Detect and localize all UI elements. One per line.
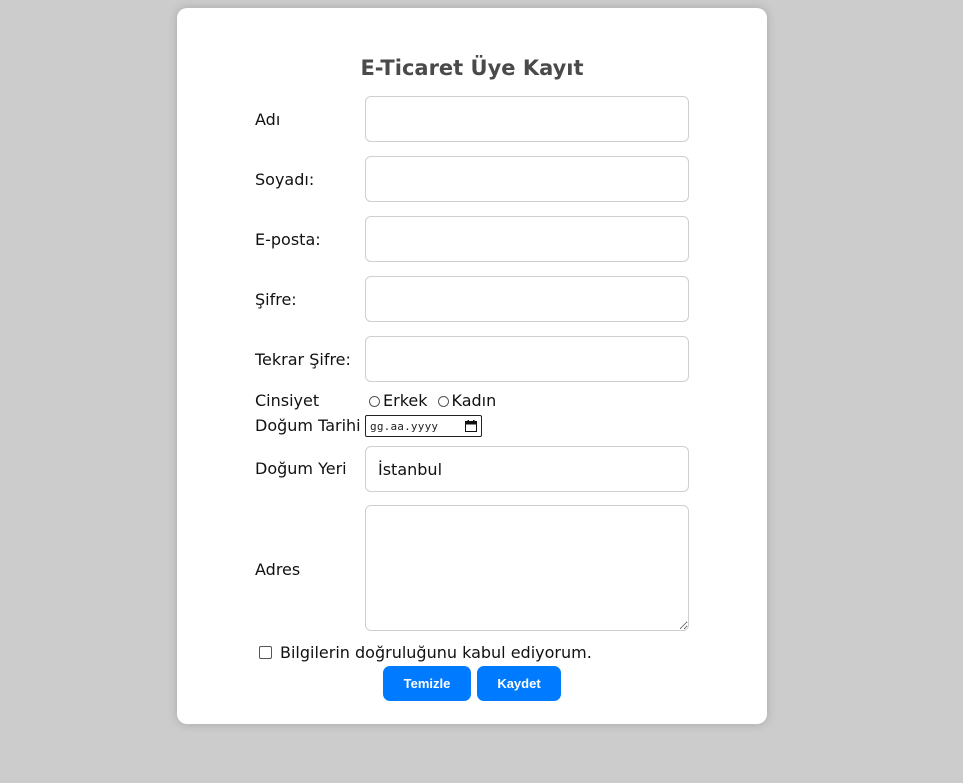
save-button[interactable]: Kaydet [477,666,561,701]
address-textarea[interactable] [365,505,689,631]
gender-female-radio[interactable] [437,395,449,407]
password-repeat-label: Tekrar Şifre: [255,350,351,369]
registration-card: E-Ticaret Üye Kayıt Adı Soyadı: E-posta:… [177,8,767,724]
form-title: E-Ticaret Üye Kayıt [360,56,584,80]
email-label: E-posta: [255,230,321,249]
birth-place-label: Doğum Yeri [255,459,347,478]
birth-date-input[interactable]: gg.aa.yyyy [365,415,482,437]
clear-button[interactable]: Temizle [383,666,471,701]
last-name-label: Soyadı: [255,170,315,189]
birth-date-label: Doğum Tarihi [255,416,361,435]
first-name-input[interactable] [365,96,689,142]
first-name-label: Adı [255,110,281,129]
gender-radio-group: Erkek Kadın [369,391,506,411]
last-name-input[interactable] [365,156,689,202]
password-input[interactable] [365,276,689,322]
birth-place-input[interactable] [365,446,689,492]
gender-male-radio[interactable] [369,395,380,407]
password-label: Şifre: [255,290,297,309]
address-label: Adres [255,560,301,579]
gender-male-label[interactable]: Erkek [383,391,428,411]
agreement-checkbox[interactable] [259,646,272,659]
birth-date-placeholder: gg.aa.yyyy [370,419,439,433]
password-repeat-input[interactable] [365,336,689,382]
gender-female-label[interactable]: Kadın [452,391,497,411]
gender-label: Cinsiyet [255,391,320,410]
agreement-label[interactable]: Bilgilerin doğruluğunu kabul ediyorum. [280,643,592,663]
email-input[interactable] [365,216,689,262]
calendar-icon[interactable] [465,420,477,432]
